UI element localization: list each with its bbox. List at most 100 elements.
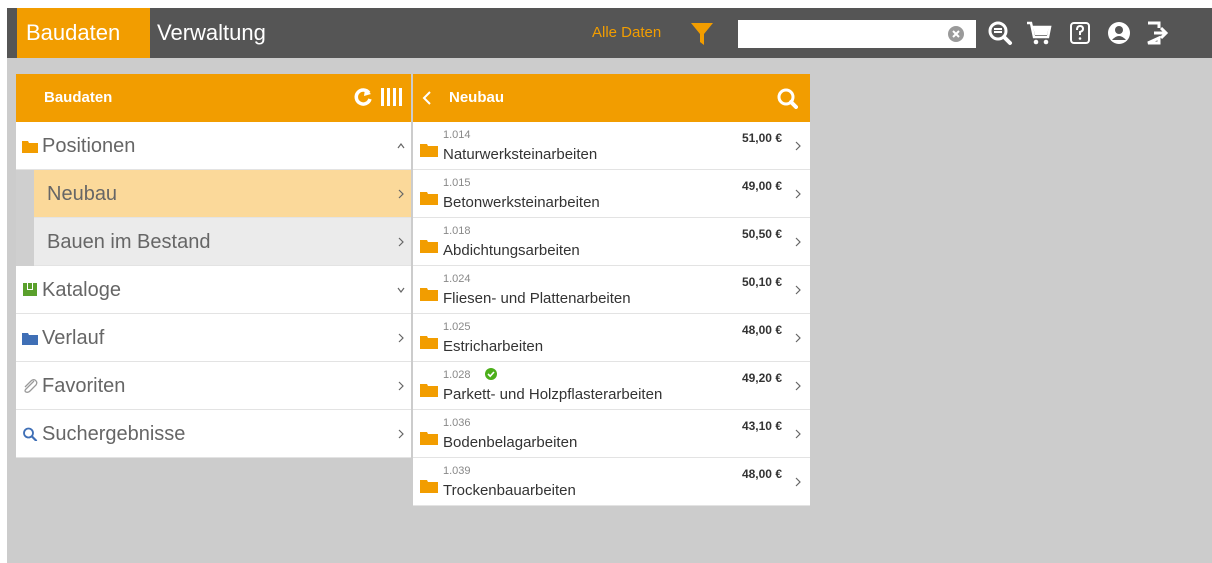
item-price: 50,10 € bbox=[741, 275, 782, 289]
item-price: 51,00 € bbox=[741, 131, 782, 145]
list-item[interactable]: 1.039 Trockenbauarbeiten 48,00 € bbox=[413, 458, 810, 506]
item-name: Bodenbelagarbeiten bbox=[443, 434, 578, 451]
nav-item-positionen[interactable]: Positionen bbox=[16, 122, 411, 170]
item-price: 43,10 € bbox=[741, 419, 782, 433]
folder-icon bbox=[22, 333, 38, 345]
chevron-right-icon bbox=[398, 381, 404, 391]
item-price: 50,50 € bbox=[741, 227, 782, 241]
item-code: 1.025 bbox=[443, 321, 471, 333]
item-name: Parkett- und Holzpflasterarbeiten bbox=[443, 386, 663, 403]
user-icon[interactable] bbox=[1106, 20, 1132, 46]
zoom-search-icon[interactable] bbox=[987, 20, 1013, 46]
list-item[interactable]: 1.024 Fliesen- und Plattenarbeiten 50,10… bbox=[413, 266, 810, 314]
chevron-right-icon bbox=[398, 333, 404, 343]
folder-icon bbox=[22, 141, 38, 153]
category-list: 1.014 Naturwerksteinarbeiten 51,00 € 1.0… bbox=[413, 122, 810, 506]
item-code: 1.024 bbox=[443, 273, 471, 285]
nav-item-favoriten[interactable]: Favoriten bbox=[16, 362, 411, 410]
cart-icon[interactable] bbox=[1026, 20, 1052, 46]
chevron-right-icon bbox=[795, 189, 801, 199]
item-name: Trockenbauarbeiten bbox=[443, 482, 576, 499]
nav-item-label: Verlauf bbox=[42, 327, 105, 349]
item-name: Betonwerksteinarbeiten bbox=[443, 194, 600, 211]
paperclip-icon bbox=[24, 379, 38, 393]
folder-icon bbox=[420, 432, 438, 445]
chevron-right-icon bbox=[795, 141, 801, 151]
chevron-right-icon bbox=[795, 333, 801, 343]
folder-icon bbox=[420, 144, 438, 157]
item-code: 1.015 bbox=[443, 177, 471, 189]
chevron-right-icon bbox=[398, 189, 404, 199]
nav-subitem-bauen-im-bestand[interactable]: Bauen im Bestand bbox=[16, 218, 411, 266]
list-item[interactable]: 1.015 Betonwerksteinarbeiten 49,00 € bbox=[413, 170, 810, 218]
catalog-icon bbox=[23, 283, 37, 296]
back-chevron-icon[interactable] bbox=[422, 90, 432, 106]
search-icon bbox=[23, 427, 38, 441]
tree-indent bbox=[16, 170, 34, 218]
chevron-right-icon bbox=[795, 477, 801, 487]
nav-item-kataloge[interactable]: Kataloge bbox=[16, 266, 411, 314]
logout-icon[interactable] bbox=[1145, 20, 1171, 46]
folder-icon bbox=[420, 384, 438, 397]
folder-icon bbox=[420, 336, 438, 349]
app-frame: Baudaten Verwaltung Alle Daten Baudaten … bbox=[7, 8, 1212, 563]
item-code: 1.036 bbox=[443, 417, 471, 429]
list-item[interactable]: 1.036 Bodenbelagarbeiten 43,10 € bbox=[413, 410, 810, 458]
item-price: 49,20 € bbox=[741, 371, 782, 385]
chevron-right-icon bbox=[795, 285, 801, 295]
item-price: 48,00 € bbox=[741, 467, 782, 481]
nav-subitem-neubau[interactable]: Neubau bbox=[16, 170, 411, 218]
folder-icon bbox=[420, 240, 438, 253]
chevron-right-icon bbox=[795, 381, 801, 391]
navigation-panel-header: Baudaten bbox=[16, 74, 411, 122]
folder-icon bbox=[420, 288, 438, 301]
navigation-panel: Baudaten Positionen Neubau Bauen im Best… bbox=[16, 74, 411, 458]
chevron-down-icon bbox=[397, 287, 405, 293]
item-code: 1.018 bbox=[443, 225, 471, 237]
list-item[interactable]: 1.018 Abdichtungsarbeiten 50,50 € bbox=[413, 218, 810, 266]
search-icon[interactable] bbox=[776, 87, 798, 109]
checkmark-icon bbox=[485, 368, 497, 380]
nav-item-label: Positionen bbox=[42, 135, 136, 157]
clear-icon[interactable] bbox=[948, 26, 964, 42]
category-panel-title: Neubau bbox=[449, 89, 505, 106]
category-panel: Neubau 1.014 Naturwerksteinarbeiten 51,0… bbox=[413, 74, 810, 506]
tab-baudaten[interactable]: Baudaten bbox=[17, 8, 150, 58]
folder-icon bbox=[420, 480, 438, 493]
item-name: Abdichtungsarbeiten bbox=[443, 242, 580, 259]
item-code: 1.039 bbox=[443, 465, 471, 477]
filter-label[interactable]: Alle Daten bbox=[592, 8, 661, 58]
item-price: 48,00 € bbox=[741, 323, 782, 337]
nav-item-label: Kataloge bbox=[42, 279, 121, 301]
category-panel-header: Neubau bbox=[413, 74, 810, 122]
nav-item-label: Favoriten bbox=[42, 375, 126, 397]
item-name: Estricharbeiten bbox=[443, 338, 544, 355]
item-name: Fliesen- und Plattenarbeiten bbox=[443, 290, 631, 307]
item-price: 49,00 € bbox=[741, 179, 782, 193]
folder-icon bbox=[420, 192, 438, 205]
nav-subitem-label: Bauen im Bestand bbox=[47, 231, 211, 253]
list-item[interactable]: 1.025 Estricharbeiten 48,00 € bbox=[413, 314, 810, 362]
item-name: Naturwerksteinarbeiten bbox=[443, 146, 598, 163]
nav-item-verlauf[interactable]: Verlauf bbox=[16, 314, 411, 362]
top-bar: Baudaten Verwaltung Alle Daten bbox=[7, 8, 1212, 58]
item-code: 1.014 bbox=[443, 129, 471, 141]
refresh-icon[interactable] bbox=[353, 87, 373, 107]
list-item[interactable]: 1.028 Parkett- und Holzpflasterarbeiten … bbox=[413, 362, 810, 410]
nav-item-label: Suchergebnisse bbox=[42, 423, 186, 445]
chevron-right-icon bbox=[795, 237, 801, 247]
help-icon[interactable] bbox=[1067, 20, 1093, 46]
search-input[interactable] bbox=[738, 20, 976, 48]
nav-item-suchergebnisse[interactable]: Suchergebnisse bbox=[16, 410, 411, 458]
item-code: 1.028 bbox=[443, 369, 471, 381]
tab-verwaltung[interactable]: Verwaltung bbox=[150, 8, 300, 58]
columns-icon[interactable] bbox=[380, 87, 402, 107]
filter-icon[interactable] bbox=[690, 21, 714, 47]
navigation-panel-title: Baudaten bbox=[44, 89, 113, 106]
tree-indent bbox=[16, 218, 34, 266]
chevron-right-icon bbox=[398, 237, 404, 247]
chevron-right-icon bbox=[398, 429, 404, 439]
nav-subitem-label: Neubau bbox=[47, 183, 118, 205]
list-item[interactable]: 1.014 Naturwerksteinarbeiten 51,00 € bbox=[413, 122, 810, 170]
chevron-up-icon bbox=[397, 143, 405, 149]
